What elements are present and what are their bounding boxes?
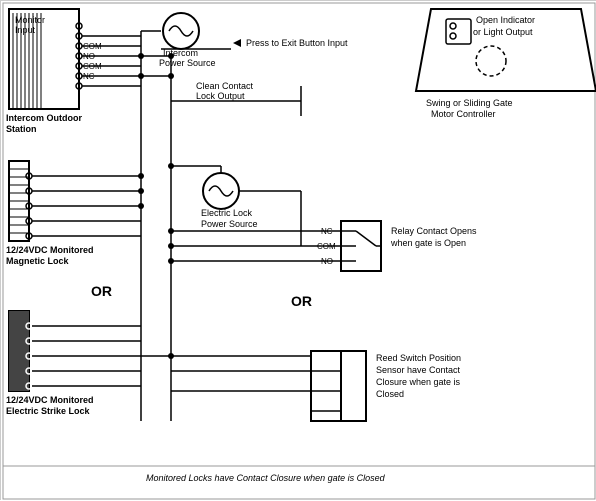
svg-text:12/24VDC Monitored: 12/24VDC Monitored (6, 245, 94, 255)
svg-text:Swing or Sliding Gate: Swing or Sliding Gate (426, 98, 513, 108)
svg-text:Power Source: Power Source (159, 58, 216, 68)
svg-text:Lock Output: Lock Output (196, 91, 245, 101)
svg-text:Station: Station (6, 124, 37, 134)
svg-text:12/24VDC Monitored: 12/24VDC Monitored (6, 395, 94, 405)
svg-text:Relay Contact Opens: Relay Contact Opens (391, 226, 477, 236)
svg-text:Intercom Outdoor: Intercom Outdoor (6, 113, 82, 123)
svg-text:Open Indicator: Open Indicator (476, 15, 535, 25)
svg-text:Magnetic Lock: Magnetic Lock (6, 256, 70, 266)
svg-text:OR: OR (91, 283, 112, 299)
svg-text:Electric Lock: Electric Lock (201, 208, 253, 218)
svg-text:Sensor have Contact: Sensor have Contact (376, 365, 461, 375)
svg-text:Electric Strike Lock: Electric Strike Lock (6, 406, 91, 416)
svg-text:OR: OR (291, 293, 312, 309)
wiring-diagram: Monitor Input COM NO COM NC Intercom Out… (0, 0, 596, 500)
svg-text:Clean Contact: Clean Contact (196, 81, 254, 91)
svg-text:Reed Switch Position: Reed Switch Position (376, 353, 461, 363)
svg-text:Monitored Locks have Contact C: Monitored Locks have Contact Closure whe… (146, 473, 386, 483)
svg-text:Power Source: Power Source (201, 219, 258, 229)
svg-text:Input: Input (15, 25, 36, 35)
svg-text:Closed: Closed (376, 389, 404, 399)
svg-text:Monitor: Monitor (15, 15, 45, 25)
svg-text:Press to Exit Button Input: Press to Exit Button Input (246, 38, 348, 48)
svg-text:Closure when gate is: Closure when gate is (376, 377, 461, 387)
svg-text:or Light Output: or Light Output (473, 27, 533, 37)
svg-text:when gate is Open: when gate is Open (390, 238, 466, 248)
svg-text:Motor Controller: Motor Controller (431, 109, 496, 119)
